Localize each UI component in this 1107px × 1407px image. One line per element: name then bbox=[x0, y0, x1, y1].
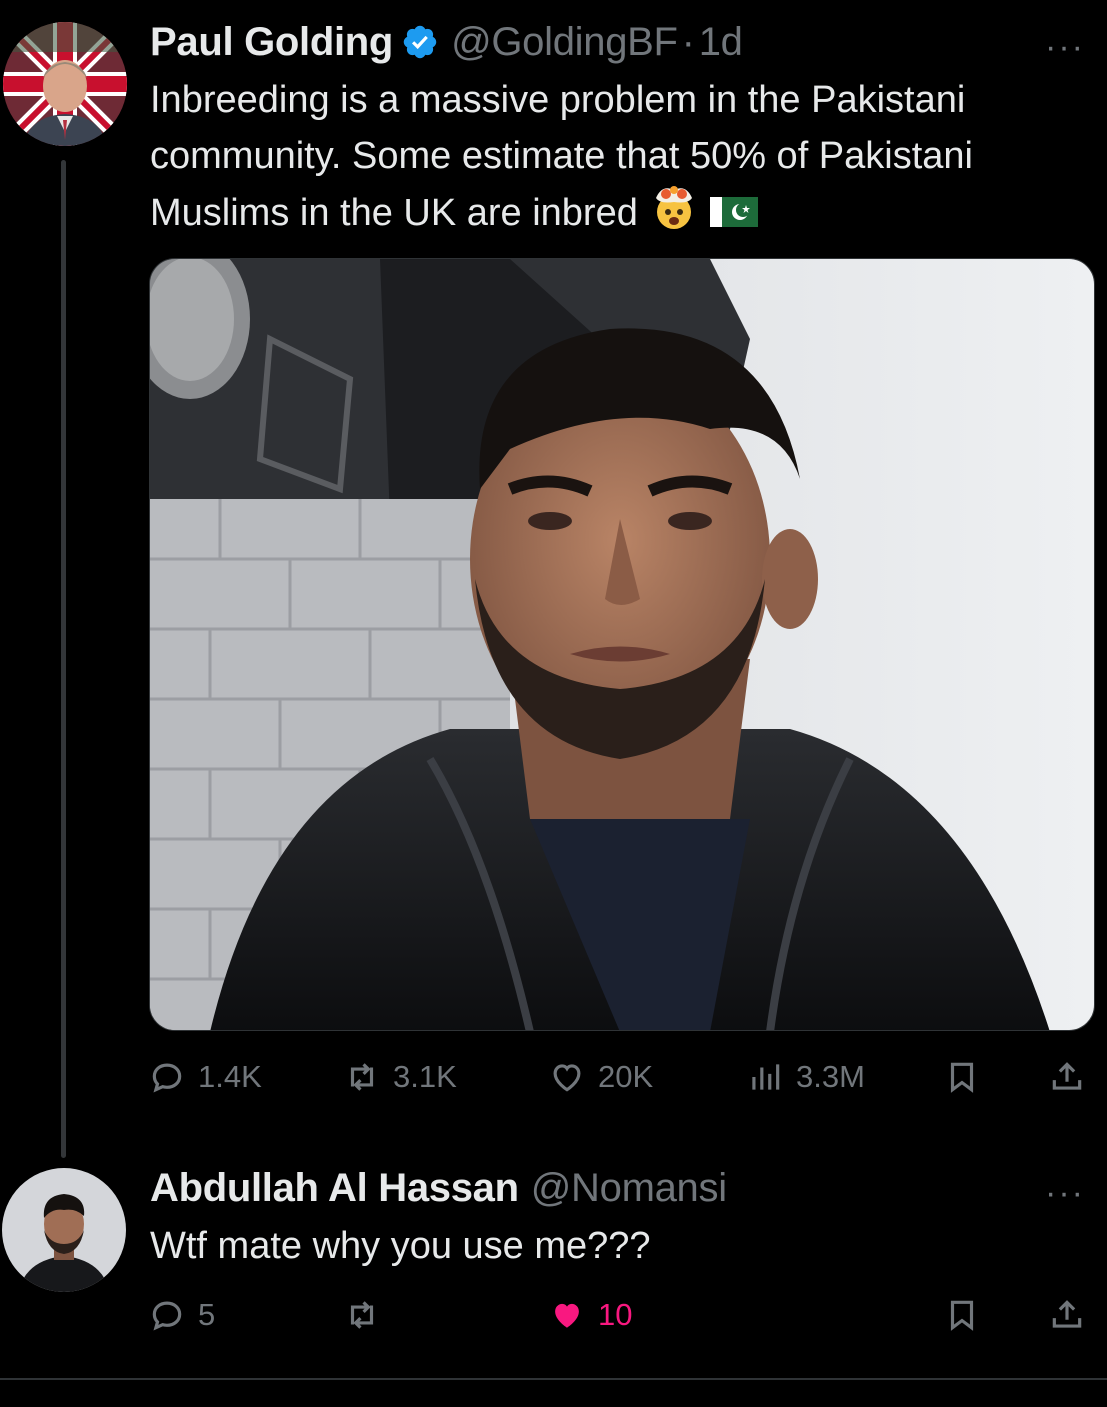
reply-bookmark-button[interactable] bbox=[943, 1290, 981, 1340]
pakistan-flag-emoji bbox=[709, 187, 758, 243]
reply-like-count: 10 bbox=[598, 1297, 633, 1332]
like-count: 20K bbox=[598, 1059, 654, 1094]
views-button[interactable]: 3.3M bbox=[746, 1052, 865, 1102]
reply-author-handle[interactable]: @Nomansi bbox=[531, 1166, 727, 1211]
heart-filled-icon bbox=[555, 1303, 579, 1328]
reply-repost-button[interactable] bbox=[343, 1290, 381, 1340]
bookmark-button[interactable] bbox=[943, 1052, 981, 1102]
repost-count: 3.1K bbox=[393, 1059, 457, 1094]
tweet-timestamp[interactable]: 1d bbox=[699, 20, 743, 65]
reply-reply-count: 5 bbox=[198, 1297, 216, 1332]
reply-more-options-button[interactable]: ··· bbox=[1045, 1176, 1085, 1210]
main-tweet-header: Paul Golding @GoldingBF · 1d bbox=[150, 16, 743, 68]
thread-connector-line bbox=[61, 160, 66, 1158]
share-icon bbox=[1052, 1300, 1082, 1328]
reply-action-bar: 5 10 bbox=[148, 1290, 1098, 1340]
repost-icon bbox=[350, 1301, 374, 1329]
views-count: 3.3M bbox=[796, 1059, 865, 1094]
exploding-head-emoji bbox=[648, 184, 700, 246]
like-button[interactable]: 20K bbox=[548, 1052, 653, 1102]
share-icon bbox=[1052, 1062, 1082, 1090]
reply-tweet-header: Abdullah Al Hassan @Nomansi bbox=[150, 1162, 727, 1214]
reply-share-button[interactable] bbox=[1048, 1290, 1086, 1340]
tweet-text: Inbreeding is a massive problem in the P… bbox=[150, 72, 1100, 246]
reply-icon bbox=[152, 1301, 182, 1331]
bookmark-icon bbox=[950, 1300, 974, 1331]
bookmark-icon bbox=[950, 1062, 974, 1093]
separator-dot: · bbox=[681, 19, 695, 64]
tweet-media-photo[interactable] bbox=[149, 258, 1095, 1031]
reply-count: 1.4K bbox=[198, 1059, 262, 1094]
author-avatar[interactable] bbox=[3, 22, 127, 146]
author-name[interactable]: Paul Golding bbox=[150, 20, 393, 65]
main-tweet-action-bar: 1.4K 3.1K 20K 3.3M bbox=[148, 1052, 1098, 1102]
reply-button[interactable]: 1.4K bbox=[148, 1052, 262, 1102]
reply-icon bbox=[152, 1063, 182, 1093]
more-options-button[interactable]: ··· bbox=[1045, 30, 1085, 64]
reply-author-name[interactable]: Abdullah Al Hassan bbox=[150, 1166, 519, 1211]
heart-icon bbox=[553, 1064, 581, 1092]
reply-reply-button[interactable]: 5 bbox=[148, 1290, 215, 1340]
tweet-body-text: Inbreeding is a massive problem in the P… bbox=[150, 79, 973, 235]
reply-like-button[interactable]: 10 bbox=[548, 1290, 632, 1340]
repost-button[interactable]: 3.1K bbox=[343, 1052, 457, 1102]
views-bar-chart-icon bbox=[752, 1064, 780, 1090]
verified-badge-icon bbox=[403, 25, 437, 59]
repost-icon bbox=[350, 1063, 374, 1091]
tweet-divider bbox=[0, 1378, 1107, 1380]
reply-author-avatar[interactable] bbox=[2, 1168, 126, 1292]
reply-text: Wtf mate why you use me??? bbox=[150, 1225, 651, 1267]
share-button[interactable] bbox=[1048, 1052, 1086, 1102]
author-handle[interactable]: @GoldingBF bbox=[451, 20, 678, 65]
